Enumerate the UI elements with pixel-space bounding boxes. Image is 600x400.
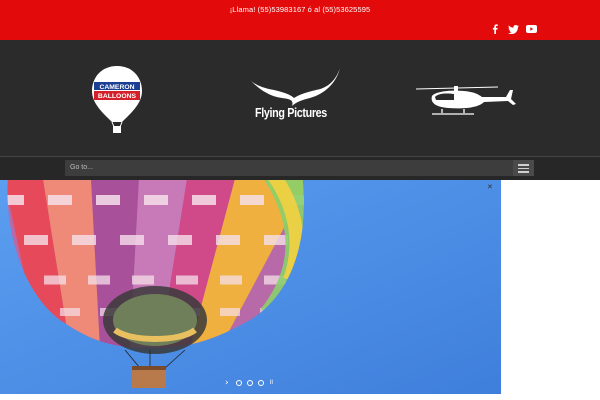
slider-pause-button[interactable]: ॥ bbox=[269, 378, 273, 387]
hot-air-balloon-image bbox=[0, 180, 501, 394]
hamburger-icon[interactable] bbox=[513, 160, 534, 176]
youtube-icon[interactable] bbox=[525, 23, 538, 35]
slider-dot-3[interactable] bbox=[258, 380, 264, 386]
slider-close-icon[interactable]: ✕ bbox=[487, 184, 494, 191]
balloons-text: BALLOONS bbox=[98, 93, 137, 100]
flying-pictures-wordmark: Flying Pictures bbox=[255, 106, 327, 120]
twitter-icon[interactable] bbox=[506, 23, 520, 35]
hero-slider[interactable]: › ॥ bbox=[0, 180, 501, 394]
helicopter-logo[interactable] bbox=[412, 82, 522, 116]
slider-dot-2[interactable] bbox=[247, 380, 253, 386]
cameron-balloons-logo[interactable]: CAMERON BALLOONS bbox=[88, 64, 146, 136]
contact-phone: ¡Llama! (55)53983167 ó al (55)53625595 bbox=[229, 5, 371, 14]
facebook-icon[interactable] bbox=[489, 23, 501, 35]
cameron-text: CAMERON bbox=[99, 84, 134, 91]
slider-dot-1[interactable] bbox=[236, 380, 242, 386]
top-bar: ¡Llama! (55)53983167 ó al (55)53625595 bbox=[0, 0, 600, 40]
goto-select[interactable]: Go to... bbox=[65, 160, 513, 176]
slider-next-button[interactable]: › bbox=[225, 378, 229, 388]
